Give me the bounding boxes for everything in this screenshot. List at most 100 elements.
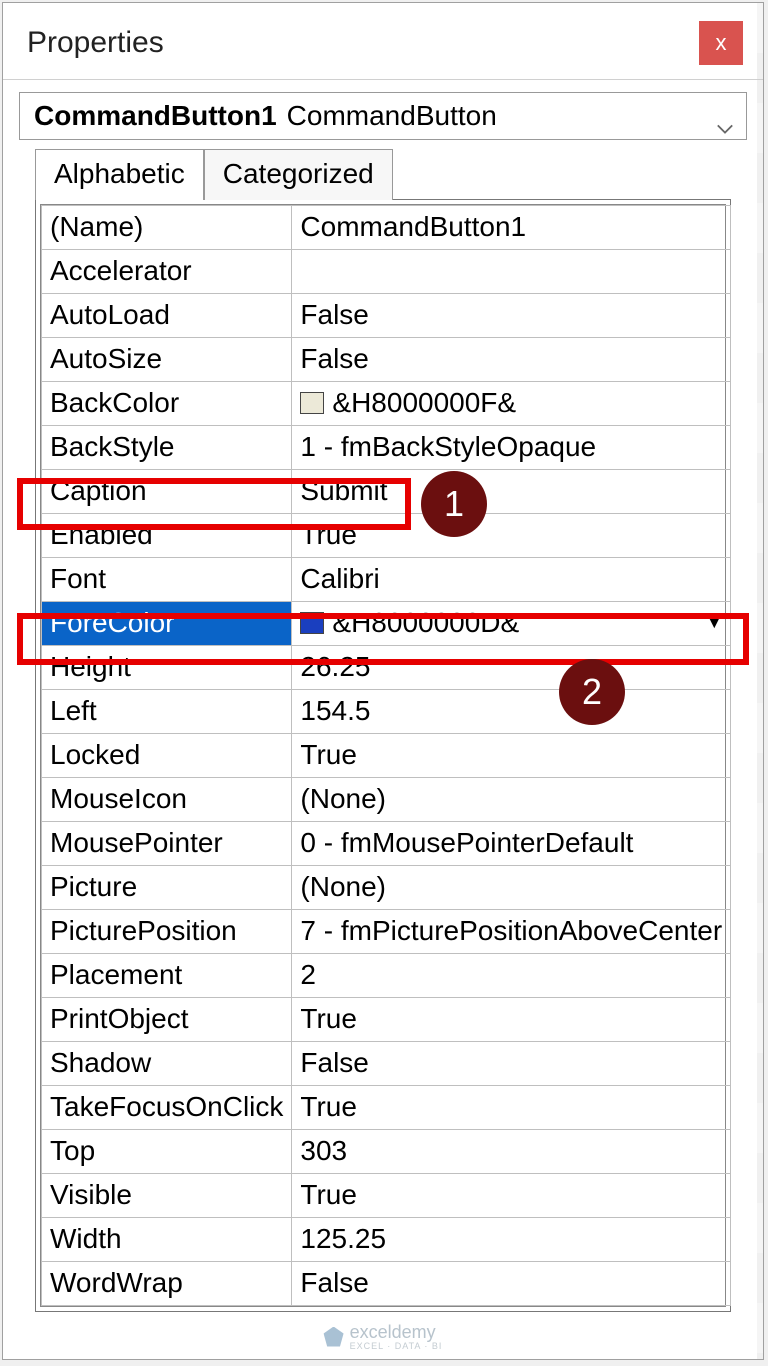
property-name[interactable]: PrintObject <box>42 998 292 1042</box>
property-name[interactable]: BackStyle <box>42 426 292 470</box>
property-value[interactable]: True <box>292 998 731 1042</box>
property-value-text: (None) <box>300 871 386 902</box>
property-value[interactable]: 7 - fmPicturePositionAboveCenter <box>292 910 731 954</box>
property-row[interactable]: LockedTrue <box>42 734 731 778</box>
property-value[interactable]: &H8000000D& ▼ <box>292 602 731 646</box>
property-row[interactable]: WordWrap False <box>42 1262 731 1306</box>
property-row[interactable]: MousePointer 0 - fmMousePointerDefault <box>42 822 731 866</box>
property-value[interactable]: Calibri <box>292 558 731 602</box>
property-value-text: 0 - fmMousePointerDefault <box>300 827 633 858</box>
property-value[interactable]: CommandButton1 <box>292 206 731 250</box>
property-name[interactable]: MouseIcon <box>42 778 292 822</box>
property-name[interactable]: (Name) <box>42 206 292 250</box>
property-row[interactable]: BackColor&H8000000F& <box>42 382 731 426</box>
property-value-text: &H8000000D& <box>332 607 519 638</box>
property-row[interactable]: EnabledTrue <box>42 514 731 558</box>
property-name[interactable]: Height <box>42 646 292 690</box>
property-value-text: &H8000000F& <box>332 387 516 418</box>
property-row[interactable]: TakeFocusOnClick True <box>42 1086 731 1130</box>
property-name[interactable]: ForeColor <box>42 602 292 646</box>
property-name[interactable]: Locked <box>42 734 292 778</box>
property-value[interactable]: False <box>292 294 731 338</box>
property-value[interactable]: True <box>292 734 731 778</box>
property-value[interactable]: (None) <box>292 778 731 822</box>
property-name[interactable]: TakeFocusOnClick <box>42 1086 292 1130</box>
property-value[interactable]: 154.5 <box>292 690 731 734</box>
property-row[interactable]: Width125.25 <box>42 1218 731 1262</box>
property-row[interactable]: BackStyle1 - fmBackStyleOpaque <box>42 426 731 470</box>
property-value-text: False <box>300 1047 368 1078</box>
property-value-text: 7 - fmPicturePositionAboveCenter <box>300 915 722 946</box>
property-value[interactable]: 303 <box>292 1130 731 1174</box>
property-row[interactable]: ForeColor&H8000000D& ▼ <box>42 602 731 646</box>
property-row[interactable]: MouseIcon(None) <box>42 778 731 822</box>
color-swatch <box>300 612 324 634</box>
property-name[interactable]: BackColor <box>42 382 292 426</box>
property-row[interactable]: CaptionSubmit <box>42 470 731 514</box>
right-edge-decoration <box>757 3 763 1359</box>
property-name[interactable]: Caption <box>42 470 292 514</box>
property-value[interactable]: &H8000000F& <box>292 382 731 426</box>
property-grid: (Name)CommandButton1AcceleratorAutoLoadF… <box>35 199 731 1312</box>
property-value[interactable]: (None) <box>292 866 731 910</box>
property-name[interactable]: Placement <box>42 954 292 998</box>
property-value[interactable]: 0 - fmMousePointerDefault <box>292 822 731 866</box>
property-row[interactable]: AutoLoad False <box>42 294 731 338</box>
property-name[interactable]: Left <box>42 690 292 734</box>
property-value-text: False <box>300 1267 368 1298</box>
object-type: CommandButton <box>287 100 497 132</box>
tab-categorized[interactable]: Categorized <box>204 149 393 200</box>
property-value-text: True <box>300 1091 357 1122</box>
property-name[interactable]: Accelerator <box>42 250 292 294</box>
close-button[interactable]: x <box>699 21 743 65</box>
property-name[interactable]: Picture <box>42 866 292 910</box>
property-name[interactable]: Font <box>42 558 292 602</box>
properties-panel: Properties x CommandButton1 CommandButto… <box>2 2 764 1360</box>
property-name[interactable]: Top <box>42 1130 292 1174</box>
property-row[interactable]: Top303 <box>42 1130 731 1174</box>
object-selector[interactable]: CommandButton1 CommandButton <box>19 92 747 140</box>
property-value[interactable]: 125.25 <box>292 1218 731 1262</box>
property-value[interactable]: False <box>292 1262 731 1306</box>
property-value[interactable]: False <box>292 1042 731 1086</box>
property-row[interactable]: Accelerator <box>42 250 731 294</box>
object-selector-wrap: CommandButton1 CommandButton Alphabetic … <box>3 80 763 1312</box>
property-name[interactable]: AutoLoad <box>42 294 292 338</box>
property-value[interactable] <box>292 250 731 294</box>
property-row[interactable]: Left154.5 <box>42 690 731 734</box>
property-row[interactable]: Height26.25 <box>42 646 731 690</box>
property-value[interactable]: 1 - fmBackStyleOpaque <box>292 426 731 470</box>
property-value-text: CommandButton1 <box>300 211 526 242</box>
property-value[interactable]: True <box>292 1174 731 1218</box>
property-value[interactable]: Submit <box>292 470 731 514</box>
property-value-text: False <box>300 299 368 330</box>
object-name: CommandButton1 <box>34 100 277 132</box>
property-value[interactable]: True <box>292 514 731 558</box>
property-row[interactable]: (Name) CommandButton1 <box>42 206 731 250</box>
dropdown-arrow-icon[interactable]: ▼ <box>706 615 722 633</box>
property-table: (Name)CommandButton1AcceleratorAutoLoadF… <box>41 205 731 1306</box>
property-value[interactable]: 2 <box>292 954 731 998</box>
property-value[interactable]: True <box>292 1086 731 1130</box>
property-name[interactable]: WordWrap <box>42 1262 292 1306</box>
property-row[interactable]: PicturePosition 7 - fmPicturePositionAbov… <box>42 910 731 954</box>
property-name[interactable]: MousePointer <box>42 822 292 866</box>
property-value[interactable]: 26.25 <box>292 646 731 690</box>
property-name[interactable]: AutoSize <box>42 338 292 382</box>
property-name[interactable]: Width <box>42 1218 292 1262</box>
property-row[interactable]: PrintObjectTrue <box>42 998 731 1042</box>
callout-2: 2 <box>559 659 625 725</box>
property-row[interactable]: FontCalibri <box>42 558 731 602</box>
property-row[interactable]: VisibleTrue <box>42 1174 731 1218</box>
property-name[interactable]: Enabled <box>42 514 292 558</box>
property-name[interactable]: Visible <box>42 1174 292 1218</box>
property-row[interactable]: Placement2 <box>42 954 731 998</box>
property-row[interactable]: Picture (None) <box>42 866 731 910</box>
property-row[interactable]: AutoSizeFalse <box>42 338 731 382</box>
property-row[interactable]: Shadow False <box>42 1042 731 1086</box>
tab-alphabetic[interactable]: Alphabetic <box>35 149 204 200</box>
property-name[interactable]: PicturePosition <box>42 910 292 954</box>
property-value[interactable]: False <box>292 338 731 382</box>
property-name[interactable]: Shadow <box>42 1042 292 1086</box>
watermark-logo-icon <box>324 1327 344 1347</box>
